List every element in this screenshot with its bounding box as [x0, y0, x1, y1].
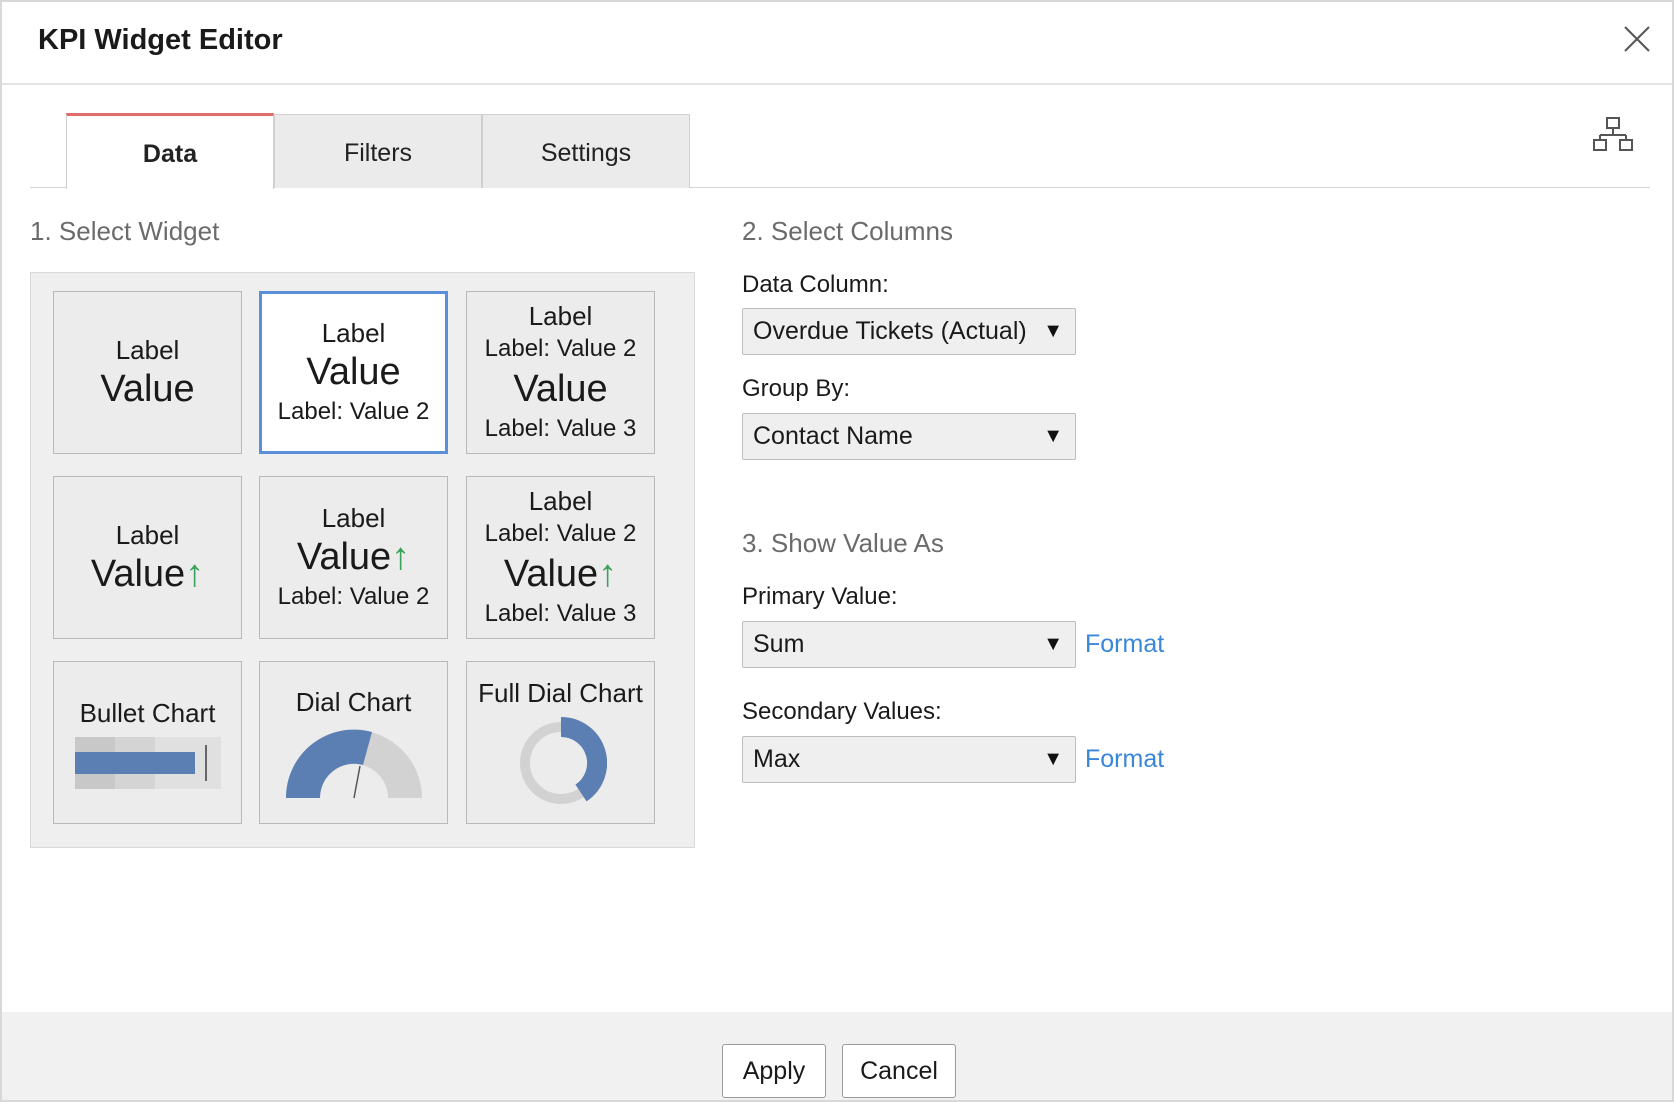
trend-up-arrow-icon: ↑ — [598, 552, 618, 595]
widget-value-row: Value↑ — [91, 551, 204, 597]
widget-option-full-dial-chart[interactable]: Full Dial Chart — [466, 661, 655, 824]
widget-value-text: Value — [513, 367, 608, 410]
secondary-values-select[interactable]: Max ▼ — [742, 736, 1076, 783]
kpi-widget-editor-dialog: KPI Widget Editor Data Filters Settings … — [0, 0, 1674, 1102]
cancel-button[interactable]: Cancel — [842, 1044, 956, 1098]
widget-option-bullet-chart[interactable]: Bullet Chart — [53, 661, 242, 824]
widget-label-text: Label — [528, 300, 593, 331]
widget-gallery: Label Value Label Value Label: Value 2 L… — [30, 272, 695, 848]
widget-option-label-value[interactable]: Label Value — [53, 291, 242, 454]
widget-label-text: Label — [321, 317, 386, 348]
hierarchy-icon[interactable] — [1592, 116, 1634, 154]
tab-settings[interactable]: Settings — [482, 114, 690, 188]
primary-format-link[interactable]: Format — [1085, 630, 1164, 659]
widget-secondary-text: Label: Value 2 — [277, 397, 430, 425]
widget-option-dial-chart[interactable]: Dial Chart — [259, 661, 448, 824]
widget-secondary-text: Label: Value 2 — [277, 582, 430, 610]
trend-up-arrow-icon: ↑ — [185, 552, 205, 595]
trend-up-arrow-icon: ↑ — [391, 535, 411, 578]
secondary-format-link[interactable]: Format — [1085, 745, 1164, 774]
caret-down-icon: ▼ — [1043, 748, 1063, 770]
primary-value-select[interactable]: Sum ▼ — [742, 621, 1076, 668]
primary-value-value: Sum — [753, 630, 805, 658]
full-dial-chart-icon — [519, 716, 607, 804]
tab-filters[interactable]: Filters — [274, 114, 482, 188]
widget-value-text: Value — [100, 367, 195, 410]
widget-tertiary-text: Label: Value 3 — [484, 599, 637, 627]
apply-button[interactable]: Apply — [722, 1044, 826, 1098]
widget-value-text: Value — [296, 535, 392, 578]
widget-label-text: Label — [115, 519, 180, 550]
caret-down-icon: ▼ — [1043, 320, 1063, 342]
widget-secondary-text: Label: Value 2 — [484, 334, 637, 362]
group-by-value: Contact Name — [753, 422, 913, 450]
dial-chart-icon — [285, 729, 422, 798]
dialog-footer: Apply Cancel — [2, 1012, 1672, 1100]
widget-tertiary-text: Label: Value 3 — [484, 414, 637, 442]
widget-label-text: Label — [321, 502, 386, 533]
widget-chart-title: Dial Chart — [295, 686, 412, 717]
widget-value-row: Value↑ — [504, 551, 617, 597]
primary-value-label: Primary Value: — [742, 583, 898, 610]
caret-down-icon: ▼ — [1043, 633, 1063, 655]
widget-label-text: Label — [528, 485, 593, 516]
widget-value-text: Value — [306, 350, 401, 393]
widget-secondary-text: Label: Value 2 — [484, 519, 637, 547]
data-column-select[interactable]: Overdue Tickets (Actual) ▼ — [742, 308, 1076, 355]
data-column-value: Overdue Tickets (Actual) — [753, 317, 1027, 345]
select-columns-heading: 2. Select Columns — [742, 216, 953, 246]
group-by-label: Group By: — [742, 375, 851, 402]
secondary-values-value: Max — [753, 745, 801, 773]
data-column-label: Data Column: — [742, 271, 889, 298]
close-icon[interactable] — [1620, 22, 1654, 56]
widget-value-text: Value — [503, 552, 599, 595]
dialog-header: KPI Widget Editor — [2, 2, 1672, 85]
bullet-chart-icon — [74, 736, 221, 789]
secondary-values-label: Secondary Values: — [742, 698, 942, 725]
tab-data[interactable]: Data — [66, 113, 274, 189]
widget-option-label-multi-value[interactable]: Label Label: Value 2 Value Label: Value … — [466, 291, 655, 454]
widget-value-text: Value — [90, 552, 186, 595]
show-value-as-heading: 3. Show Value As — [742, 528, 944, 558]
widget-label-text: Label — [115, 334, 180, 365]
widget-option-value-trend-secondary[interactable]: Label Value↑ Label: Value 2 — [259, 476, 448, 639]
tab-bar: Data Filters Settings — [30, 112, 1650, 189]
dialog-title: KPI Widget Editor — [38, 24, 283, 56]
group-by-select[interactable]: Contact Name ▼ — [742, 413, 1076, 460]
widget-option-value-trend-multi[interactable]: Label Label: Value 2 Value↑ Label: Value… — [466, 476, 655, 639]
widget-chart-title: Bullet Chart — [79, 697, 216, 728]
widget-value-row: Value↑ — [297, 534, 410, 580]
widget-option-label-value-secondary[interactable]: Label Value Label: Value 2 — [259, 291, 448, 454]
select-widget-heading: 1. Select Widget — [30, 216, 220, 246]
widget-chart-title: Full Dial Chart — [478, 677, 643, 708]
widget-option-value-trend[interactable]: Label Value↑ — [53, 476, 242, 639]
caret-down-icon: ▼ — [1043, 425, 1063, 447]
